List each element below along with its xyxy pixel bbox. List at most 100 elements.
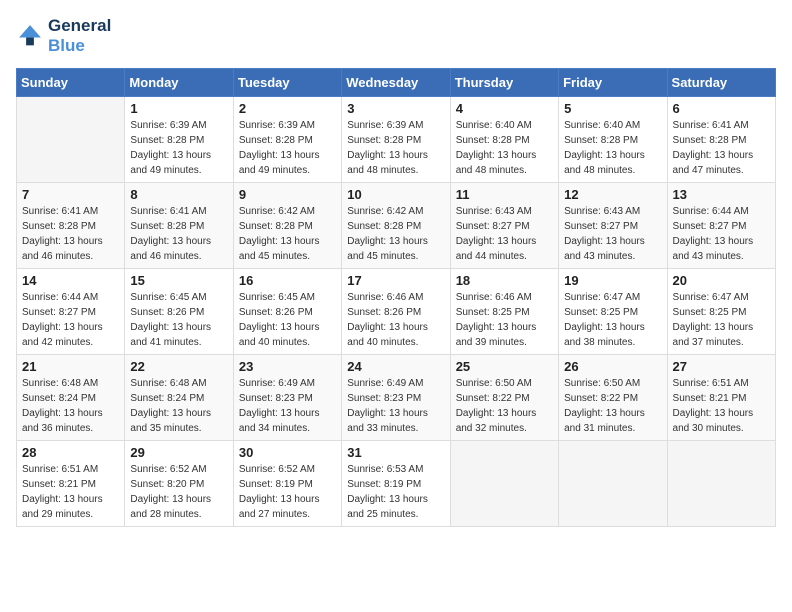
- calendar-cell: 1 Sunrise: 6:39 AMSunset: 8:28 PMDayligh…: [125, 97, 233, 183]
- day-info: Sunrise: 6:46 AMSunset: 8:26 PMDaylight:…: [347, 290, 444, 350]
- day-info: Sunrise: 6:41 AMSunset: 8:28 PMDaylight:…: [130, 204, 227, 264]
- day-info: Sunrise: 6:42 AMSunset: 8:28 PMDaylight:…: [239, 204, 336, 264]
- calendar-cell: 10 Sunrise: 6:42 AMSunset: 8:28 PMDaylig…: [342, 183, 450, 269]
- day-number: 26: [564, 359, 661, 374]
- calendar-cell: 25 Sunrise: 6:50 AMSunset: 8:22 PMDaylig…: [450, 355, 558, 441]
- logo-icon: [16, 22, 44, 50]
- header-day-tuesday: Tuesday: [233, 69, 341, 97]
- calendar-cell: [667, 441, 775, 527]
- header-day-thursday: Thursday: [450, 69, 558, 97]
- day-number: 13: [673, 187, 770, 202]
- day-info: Sunrise: 6:39 AMSunset: 8:28 PMDaylight:…: [239, 118, 336, 178]
- calendar-cell: 14 Sunrise: 6:44 AMSunset: 8:27 PMDaylig…: [17, 269, 125, 355]
- calendar-cell: 24 Sunrise: 6:49 AMSunset: 8:23 PMDaylig…: [342, 355, 450, 441]
- day-info: Sunrise: 6:51 AMSunset: 8:21 PMDaylight:…: [22, 462, 119, 522]
- day-number: 10: [347, 187, 444, 202]
- calendar-cell: 30 Sunrise: 6:52 AMSunset: 8:19 PMDaylig…: [233, 441, 341, 527]
- calendar-cell: 19 Sunrise: 6:47 AMSunset: 8:25 PMDaylig…: [559, 269, 667, 355]
- calendar-cell: 16 Sunrise: 6:45 AMSunset: 8:26 PMDaylig…: [233, 269, 341, 355]
- header-day-saturday: Saturday: [667, 69, 775, 97]
- day-number: 3: [347, 101, 444, 116]
- calendar-cell: [17, 97, 125, 183]
- header-day-wednesday: Wednesday: [342, 69, 450, 97]
- day-number: 1: [130, 101, 227, 116]
- day-number: 24: [347, 359, 444, 374]
- calendar-week-row: 1 Sunrise: 6:39 AMSunset: 8:28 PMDayligh…: [17, 97, 776, 183]
- calendar-cell: 9 Sunrise: 6:42 AMSunset: 8:28 PMDayligh…: [233, 183, 341, 269]
- day-number: 19: [564, 273, 661, 288]
- calendar-cell: 2 Sunrise: 6:39 AMSunset: 8:28 PMDayligh…: [233, 97, 341, 183]
- calendar-cell: [450, 441, 558, 527]
- day-info: Sunrise: 6:47 AMSunset: 8:25 PMDaylight:…: [673, 290, 770, 350]
- calendar-cell: 13 Sunrise: 6:44 AMSunset: 8:27 PMDaylig…: [667, 183, 775, 269]
- day-number: 15: [130, 273, 227, 288]
- day-info: Sunrise: 6:47 AMSunset: 8:25 PMDaylight:…: [564, 290, 661, 350]
- day-info: Sunrise: 6:52 AMSunset: 8:19 PMDaylight:…: [239, 462, 336, 522]
- day-number: 30: [239, 445, 336, 460]
- day-info: Sunrise: 6:45 AMSunset: 8:26 PMDaylight:…: [239, 290, 336, 350]
- day-number: 14: [22, 273, 119, 288]
- calendar-cell: 22 Sunrise: 6:48 AMSunset: 8:24 PMDaylig…: [125, 355, 233, 441]
- day-info: Sunrise: 6:40 AMSunset: 8:28 PMDaylight:…: [564, 118, 661, 178]
- day-number: 2: [239, 101, 336, 116]
- calendar-header-row: SundayMondayTuesdayWednesdayThursdayFrid…: [17, 69, 776, 97]
- day-number: 17: [347, 273, 444, 288]
- day-number: 6: [673, 101, 770, 116]
- day-number: 7: [22, 187, 119, 202]
- day-number: 20: [673, 273, 770, 288]
- day-info: Sunrise: 6:39 AMSunset: 8:28 PMDaylight:…: [130, 118, 227, 178]
- day-info: Sunrise: 6:52 AMSunset: 8:20 PMDaylight:…: [130, 462, 227, 522]
- calendar-cell: 21 Sunrise: 6:48 AMSunset: 8:24 PMDaylig…: [17, 355, 125, 441]
- day-info: Sunrise: 6:41 AMSunset: 8:28 PMDaylight:…: [673, 118, 770, 178]
- day-info: Sunrise: 6:43 AMSunset: 8:27 PMDaylight:…: [456, 204, 553, 264]
- day-number: 12: [564, 187, 661, 202]
- calendar-cell: 20 Sunrise: 6:47 AMSunset: 8:25 PMDaylig…: [667, 269, 775, 355]
- calendar-cell: 15 Sunrise: 6:45 AMSunset: 8:26 PMDaylig…: [125, 269, 233, 355]
- day-info: Sunrise: 6:50 AMSunset: 8:22 PMDaylight:…: [456, 376, 553, 436]
- calendar-cell: 26 Sunrise: 6:50 AMSunset: 8:22 PMDaylig…: [559, 355, 667, 441]
- calendar-cell: 28 Sunrise: 6:51 AMSunset: 8:21 PMDaylig…: [17, 441, 125, 527]
- day-number: 4: [456, 101, 553, 116]
- day-info: Sunrise: 6:44 AMSunset: 8:27 PMDaylight:…: [673, 204, 770, 264]
- day-number: 11: [456, 187, 553, 202]
- calendar-week-row: 7 Sunrise: 6:41 AMSunset: 8:28 PMDayligh…: [17, 183, 776, 269]
- calendar-cell: 23 Sunrise: 6:49 AMSunset: 8:23 PMDaylig…: [233, 355, 341, 441]
- calendar-cell: 11 Sunrise: 6:43 AMSunset: 8:27 PMDaylig…: [450, 183, 558, 269]
- day-info: Sunrise: 6:40 AMSunset: 8:28 PMDaylight:…: [456, 118, 553, 178]
- calendar-week-row: 28 Sunrise: 6:51 AMSunset: 8:21 PMDaylig…: [17, 441, 776, 527]
- calendar-cell: 8 Sunrise: 6:41 AMSunset: 8:28 PMDayligh…: [125, 183, 233, 269]
- calendar-cell: 7 Sunrise: 6:41 AMSunset: 8:28 PMDayligh…: [17, 183, 125, 269]
- day-number: 5: [564, 101, 661, 116]
- day-info: Sunrise: 6:41 AMSunset: 8:28 PMDaylight:…: [22, 204, 119, 264]
- day-number: 16: [239, 273, 336, 288]
- day-info: Sunrise: 6:43 AMSunset: 8:27 PMDaylight:…: [564, 204, 661, 264]
- day-info: Sunrise: 6:53 AMSunset: 8:19 PMDaylight:…: [347, 462, 444, 522]
- day-info: Sunrise: 6:48 AMSunset: 8:24 PMDaylight:…: [130, 376, 227, 436]
- day-info: Sunrise: 6:46 AMSunset: 8:25 PMDaylight:…: [456, 290, 553, 350]
- calendar-cell: 3 Sunrise: 6:39 AMSunset: 8:28 PMDayligh…: [342, 97, 450, 183]
- calendar-cell: 29 Sunrise: 6:52 AMSunset: 8:20 PMDaylig…: [125, 441, 233, 527]
- logo-text: General Blue: [48, 16, 111, 56]
- day-number: 28: [22, 445, 119, 460]
- calendar-week-row: 14 Sunrise: 6:44 AMSunset: 8:27 PMDaylig…: [17, 269, 776, 355]
- header-day-monday: Monday: [125, 69, 233, 97]
- day-number: 27: [673, 359, 770, 374]
- header-day-friday: Friday: [559, 69, 667, 97]
- day-number: 18: [456, 273, 553, 288]
- day-info: Sunrise: 6:45 AMSunset: 8:26 PMDaylight:…: [130, 290, 227, 350]
- day-info: Sunrise: 6:44 AMSunset: 8:27 PMDaylight:…: [22, 290, 119, 350]
- logo: General Blue: [16, 16, 111, 56]
- calendar-cell: 27 Sunrise: 6:51 AMSunset: 8:21 PMDaylig…: [667, 355, 775, 441]
- day-info: Sunrise: 6:48 AMSunset: 8:24 PMDaylight:…: [22, 376, 119, 436]
- day-number: 29: [130, 445, 227, 460]
- day-number: 8: [130, 187, 227, 202]
- calendar-table: SundayMondayTuesdayWednesdayThursdayFrid…: [16, 68, 776, 527]
- calendar-cell: 31 Sunrise: 6:53 AMSunset: 8:19 PMDaylig…: [342, 441, 450, 527]
- calendar-cell: 4 Sunrise: 6:40 AMSunset: 8:28 PMDayligh…: [450, 97, 558, 183]
- day-info: Sunrise: 6:50 AMSunset: 8:22 PMDaylight:…: [564, 376, 661, 436]
- day-number: 23: [239, 359, 336, 374]
- calendar-week-row: 21 Sunrise: 6:48 AMSunset: 8:24 PMDaylig…: [17, 355, 776, 441]
- day-number: 31: [347, 445, 444, 460]
- day-info: Sunrise: 6:49 AMSunset: 8:23 PMDaylight:…: [347, 376, 444, 436]
- calendar-cell: 17 Sunrise: 6:46 AMSunset: 8:26 PMDaylig…: [342, 269, 450, 355]
